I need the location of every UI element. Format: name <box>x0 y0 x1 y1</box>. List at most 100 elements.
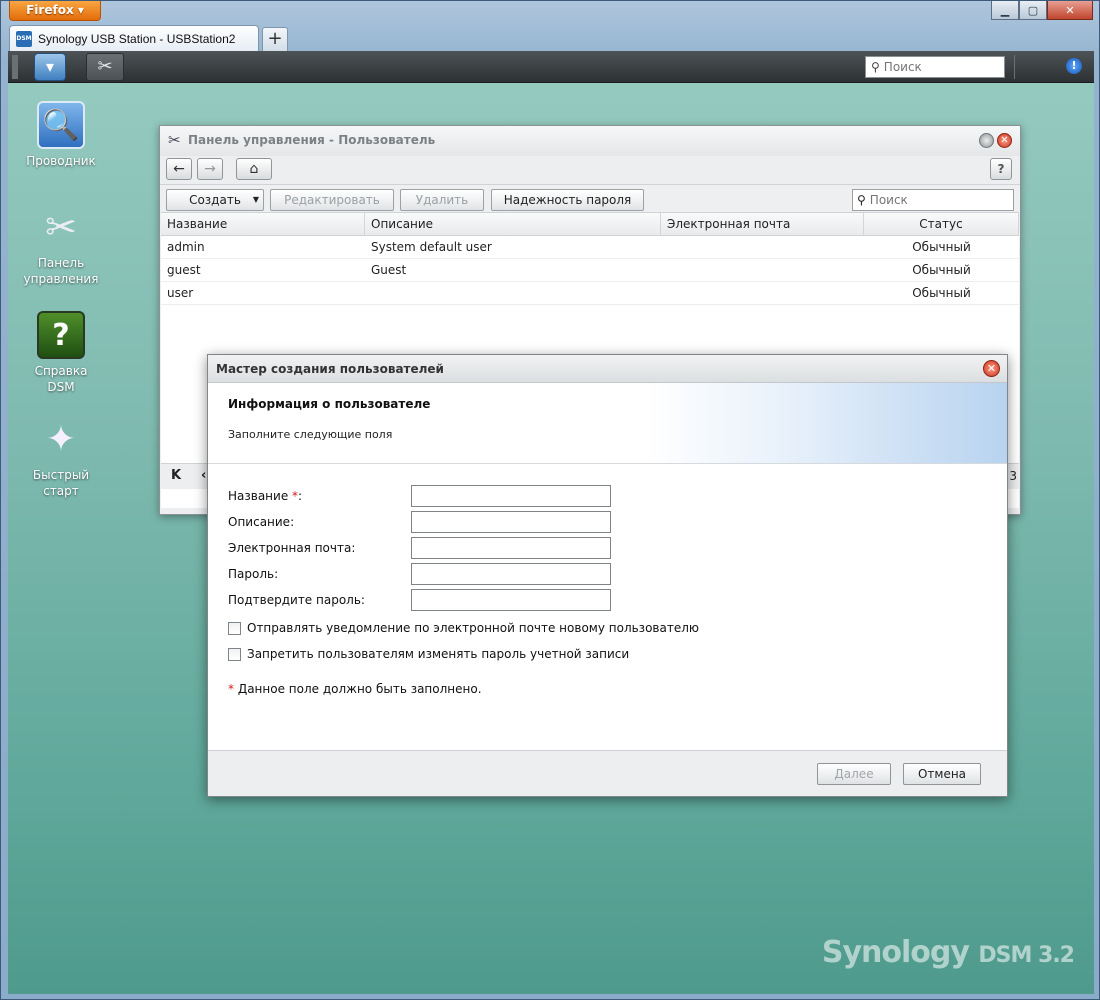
dsm-favicon-icon: DSM <box>16 30 32 47</box>
wizard-footer: Далее Отмена <box>208 750 1007 796</box>
column-header-status[interactable]: Статус <box>864 213 1019 235</box>
wizard-titlebar[interactable]: Мастер создания пользователей ✕ <box>208 355 1007 383</box>
tools-icon: ✂ <box>168 131 181 149</box>
cell-name: admin <box>167 240 205 254</box>
taskbar-separator <box>1014 55 1015 79</box>
desktop-icon-help[interactable]: ? Справка DSM <box>16 311 106 395</box>
taskbar-search-input[interactable] <box>883 60 994 74</box>
minimize-icon[interactable]: ▁ <box>991 1 1019 20</box>
column-header-name[interactable]: Название <box>161 213 365 235</box>
maximize-icon[interactable]: ▢ <box>1019 1 1047 20</box>
wizard-heading: Информация о пользователе <box>228 397 431 411</box>
question-icon: ? <box>997 162 1005 176</box>
control-panel-taskbar-button[interactable]: ✂ <box>86 53 124 81</box>
plus-icon[interactable]: + <box>262 27 288 51</box>
cell-email <box>661 259 864 281</box>
chevron-down-icon: ▾ <box>45 57 55 76</box>
control-panel-icon: ✂ <box>45 205 77 249</box>
create-button[interactable]: Создать ▼ <box>166 189 264 211</box>
desktop-icon-quick-start[interactable]: ✦ Быстрый старт <box>16 415 106 499</box>
arrow-right-icon: → <box>204 161 216 177</box>
tab-strip: DSM Synology USB Station - USBStation2 + <box>9 25 288 51</box>
wizard-form: Название *: Описание: Электронная почта:… <box>208 465 1007 750</box>
info-icon[interactable]: ! <box>1066 58 1082 74</box>
notify-email-checkbox-row[interactable]: Отправлять уведомление по электронной по… <box>228 620 699 636</box>
control-panel-titlebar[interactable]: ✂ Панель управления - Пользователь ✕ <box>160 126 1020 156</box>
control-panel-title: Панель управления - Пользователь <box>188 133 436 147</box>
cell-description: Guest <box>371 263 407 277</box>
name-label-suffix: : <box>298 489 303 503</box>
brand-version: DSM 3.2 <box>978 943 1075 968</box>
name-field[interactable] <box>411 485 611 507</box>
deny-password-change-checkbox[interactable] <box>228 647 241 661</box>
forward-button[interactable]: → <box>197 158 223 180</box>
home-icon: ⌂ <box>249 161 259 177</box>
deny-password-change-checkbox-row[interactable]: Запретить пользователям изменять пароль … <box>228 646 629 662</box>
cell-status: Обычный <box>912 263 971 277</box>
arrow-left-icon: ← <box>173 161 185 177</box>
synology-logo: Synology DSM 3.2 <box>822 935 1075 970</box>
table-row[interactable]: admin System default user Обычный <box>161 236 1019 259</box>
desktop-icon-control-panel[interactable]: ✂ Панель управления <box>16 203 106 287</box>
taskbar-search[interactable]: ⚲ <box>865 56 1005 78</box>
name-label: Название *: <box>228 489 302 503</box>
dropdown-arrow-icon: ▼ <box>252 195 259 204</box>
file-explorer-icon: 🔍 <box>37 101 85 149</box>
cell-email <box>661 236 864 258</box>
control-panel-nav: ← → ⌂ ? <box>160 156 1020 184</box>
password-strength-button[interactable]: Надежность пароля <box>491 189 644 211</box>
search-icon: ⚲ <box>857 193 866 207</box>
window-controls: ▁ ▢ ✕ <box>991 1 1093 20</box>
column-header-description[interactable]: Описание <box>365 213 661 235</box>
firefox-menu-label: Firefox <box>26 3 74 17</box>
required-note-text: Данное поле должно быть заполнено. <box>234 682 482 696</box>
cell-status: Обычный <box>912 286 971 300</box>
table-row[interactable]: guest Guest Обычный <box>161 259 1019 282</box>
user-search[interactable]: ⚲ <box>852 189 1014 211</box>
close-icon[interactable]: ✕ <box>1047 1 1093 20</box>
home-button[interactable]: ⌂ <box>236 158 272 180</box>
email-row: Электронная почта: <box>228 537 628 559</box>
taskbar-grip <box>12 55 18 79</box>
close-icon[interactable]: ✕ <box>983 360 1000 377</box>
user-toolbar: Создать ▼ Редактировать Удалить Надежнос… <box>160 184 1020 212</box>
browser-tab[interactable]: DSM Synology USB Station - USBStation2 <box>9 25 259 51</box>
cell-status: Обычный <box>912 240 971 254</box>
desktop-icon-label: Проводник <box>26 154 96 168</box>
cell-name: guest <box>167 263 201 277</box>
main-menu-button[interactable]: ▾ <box>34 53 66 81</box>
help-book-icon: ? <box>37 311 85 359</box>
confirm-password-field[interactable] <box>411 589 611 611</box>
name-label-text: Название <box>228 489 293 503</box>
dsm-desktop: ▾ ✂ ⚲ ! 🔍 Проводник ✂ Панель управления … <box>8 51 1094 994</box>
desktop-icon-label: Справка DSM <box>34 364 88 394</box>
description-field[interactable] <box>411 511 611 533</box>
edit-button[interactable]: Редактировать <box>270 189 394 211</box>
previous-page-icon[interactable]: ‹ <box>201 468 206 483</box>
notify-email-checkbox[interactable] <box>228 621 241 635</box>
delete-button[interactable]: Удалить <box>400 189 484 211</box>
notify-email-label: Отправлять уведомление по электронной по… <box>247 621 699 635</box>
column-header-email[interactable]: Электронная почта <box>661 213 864 235</box>
help-button[interactable]: ? <box>990 158 1012 180</box>
table-header: Название Описание Электронная почта Стат… <box>161 212 1019 236</box>
table-row[interactable]: user Обычный <box>161 282 1019 305</box>
desktop-icon-explorer[interactable]: 🔍 Проводник <box>16 101 106 169</box>
cell-name: user <box>167 286 194 300</box>
minimize-icon[interactable] <box>979 133 994 148</box>
cancel-button[interactable]: Отмена <box>903 763 981 785</box>
password-field[interactable] <box>411 563 611 585</box>
next-button[interactable]: Далее <box>817 763 891 785</box>
desktop-icon-label: Панель управления <box>23 256 99 286</box>
first-page-icon[interactable]: K <box>171 468 181 483</box>
email-field[interactable] <box>411 537 611 559</box>
user-search-input[interactable] <box>869 193 1000 207</box>
description-row: Описание: <box>228 511 628 533</box>
back-button[interactable]: ← <box>166 158 192 180</box>
pager-count: 3 <box>1009 469 1017 483</box>
password-row: Пароль: <box>228 563 628 585</box>
firefox-menu-button[interactable]: Firefox ▾ <box>9 1 101 21</box>
create-user-wizard: Мастер создания пользователей ✕ Информац… <box>207 354 1008 797</box>
dsm-taskbar: ▾ ✂ ⚲ ! <box>8 51 1094 83</box>
close-icon[interactable]: ✕ <box>997 133 1012 148</box>
